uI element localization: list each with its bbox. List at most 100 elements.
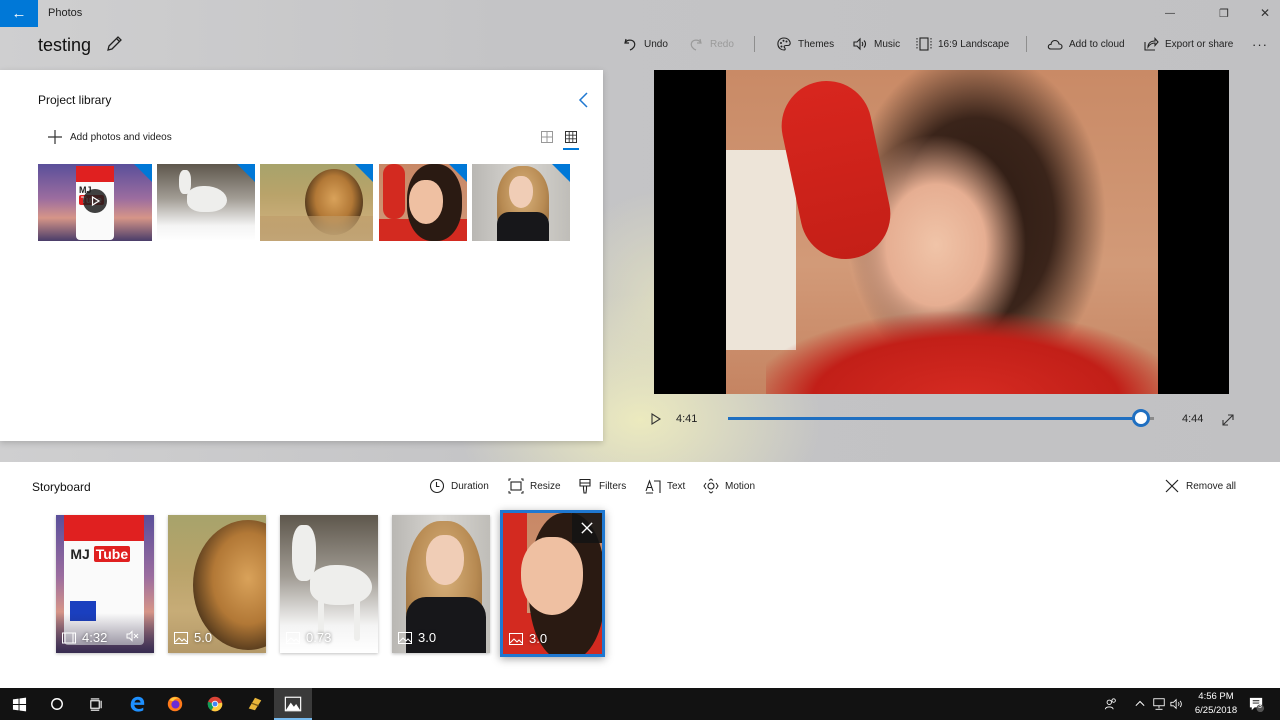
restore-button[interactable]: ❐ — [1209, 4, 1239, 22]
cloud-icon — [1047, 39, 1063, 50]
more-icon: ··· — [1252, 36, 1268, 52]
undo-button[interactable]: Undo — [622, 33, 668, 55]
add-to-cloud-button[interactable]: Add to cloud — [1047, 33, 1125, 55]
chrome-taskbar-button[interactable] — [196, 688, 234, 720]
muted-speaker-icon[interactable] — [126, 630, 140, 642]
duration-label: Duration — [451, 480, 489, 492]
music-button[interactable]: Music — [852, 33, 900, 55]
network-button[interactable] — [1150, 688, 1168, 720]
restore-icon: ❐ — [1219, 7, 1229, 20]
play-button[interactable] — [648, 410, 664, 428]
firefox-taskbar-button[interactable] — [156, 688, 194, 720]
minimize-button[interactable]: — — [1155, 4, 1185, 22]
library-item-blonde[interactable] — [472, 164, 570, 241]
people-button[interactable] — [1100, 688, 1122, 720]
themes-button[interactable]: Themes — [776, 33, 834, 55]
share-icon — [1144, 37, 1159, 51]
filters-brush-icon — [579, 478, 591, 494]
export-share-label: Export or share — [1165, 38, 1234, 50]
aspect-ratio-button[interactable]: 16:9 Landscape — [916, 33, 1009, 55]
card-duration-text: 5.0 — [194, 630, 213, 645]
motion-button[interactable]: Motion — [703, 478, 755, 494]
library-item-horse[interactable] — [157, 164, 255, 241]
pinned-app-taskbar-button[interactable] — [236, 688, 274, 720]
close-icon — [581, 522, 593, 534]
palette-icon — [777, 37, 791, 51]
grid-small-icon — [565, 131, 577, 143]
expand-icon — [1222, 414, 1234, 426]
filters-button[interactable]: Filters — [577, 478, 626, 494]
preview-frame-image — [726, 70, 1158, 394]
card-duration: 3.0 — [509, 631, 547, 646]
card-duration: 4:32 — [62, 630, 107, 645]
resize-icon — [508, 478, 524, 494]
resize-button[interactable]: Resize — [508, 478, 561, 494]
remove-card-button[interactable] — [572, 513, 602, 543]
horse-neck — [179, 170, 191, 194]
collapse-library-button[interactable] — [574, 90, 594, 110]
cortana-button[interactable] — [38, 688, 76, 720]
undo-icon — [624, 38, 636, 51]
library-item-lion[interactable] — [260, 164, 373, 241]
redo-button[interactable]: Redo — [688, 33, 734, 55]
show-hidden-icons-button[interactable] — [1132, 688, 1148, 720]
seek-bar-progress — [728, 417, 1142, 420]
seek-bar[interactable] — [728, 409, 1154, 427]
undo-label: Undo — [644, 38, 668, 50]
large-thumbnails-view-button[interactable] — [539, 129, 555, 147]
added-to-project-marker-icon — [552, 164, 570, 182]
jacket — [497, 212, 549, 241]
storyboard-title: Storyboard — [32, 480, 91, 494]
edge-taskbar-button[interactable] — [118, 688, 156, 720]
duration-button[interactable]: Duration — [429, 478, 489, 494]
storyboard-card[interactable]: 5.0 — [168, 515, 266, 653]
photo-icon — [398, 631, 412, 644]
rename-button[interactable] — [104, 34, 124, 54]
aspect-ratio-label: 16:9 Landscape — [938, 38, 1010, 50]
clock-icon — [429, 478, 445, 494]
remove-all-button[interactable]: Remove all — [1164, 478, 1236, 494]
project-title[interactable]: testing — [38, 35, 91, 56]
video-preview[interactable] — [654, 70, 1229, 394]
storyboard-card-selected[interactable]: 3.0 — [500, 510, 605, 657]
action-center-button[interactable]: 3 — [1244, 688, 1268, 720]
volume-button[interactable] — [1168, 688, 1186, 720]
photo-icon — [286, 631, 300, 644]
play-icon — [83, 189, 107, 213]
fullscreen-button[interactable] — [1220, 410, 1236, 428]
horse-leg — [354, 599, 360, 641]
export-share-button[interactable]: Export or share — [1143, 33, 1233, 55]
task-view-button[interactable] — [76, 688, 114, 720]
people-icon — [1104, 698, 1116, 710]
text-button[interactable]: Text — [645, 478, 685, 494]
close-button[interactable]: ✕ — [1250, 4, 1280, 22]
back-button[interactable]: ← — [0, 0, 38, 27]
add-to-cloud-label: Add to cloud — [1069, 38, 1125, 50]
red-sleeve — [383, 164, 405, 219]
speaker-icon — [853, 37, 867, 51]
task-view-icon — [89, 697, 102, 711]
music-label: Music — [874, 38, 901, 50]
face — [409, 180, 443, 224]
video-clip-icon — [62, 632, 76, 643]
add-photos-button[interactable]: Add photos and videos — [48, 130, 172, 144]
photos-taskbar-button[interactable] — [274, 688, 312, 720]
more-options-button[interactable]: ··· — [1252, 33, 1268, 55]
storyboard-card[interactable]: 3.0 — [392, 515, 490, 653]
clock[interactable]: 4:56 PM 6/25/2018 — [1188, 690, 1244, 718]
start-button[interactable] — [0, 688, 38, 720]
storyboard-card[interactable]: 0.73 — [280, 515, 378, 653]
close-icon: ✕ — [1259, 6, 1271, 20]
small-thumbnails-view-button[interactable] — [563, 129, 579, 150]
title-bar: ← Photos — ❐ ✕ — [0, 0, 1280, 27]
library-item-video[interactable]: MJ Tube — [38, 164, 152, 241]
photo-icon — [174, 631, 188, 644]
play-icon — [651, 413, 662, 425]
photo-icon — [509, 632, 523, 645]
storyboard-card[interactable]: MJ Tube 4:32 — [56, 515, 154, 653]
card-duration-text: 4:32 — [82, 630, 108, 645]
remove-all-label: Remove all — [1186, 480, 1237, 492]
library-item-girl-red[interactable] — [379, 164, 467, 241]
windows-logo-icon — [12, 697, 26, 711]
redo-icon — [690, 38, 702, 51]
